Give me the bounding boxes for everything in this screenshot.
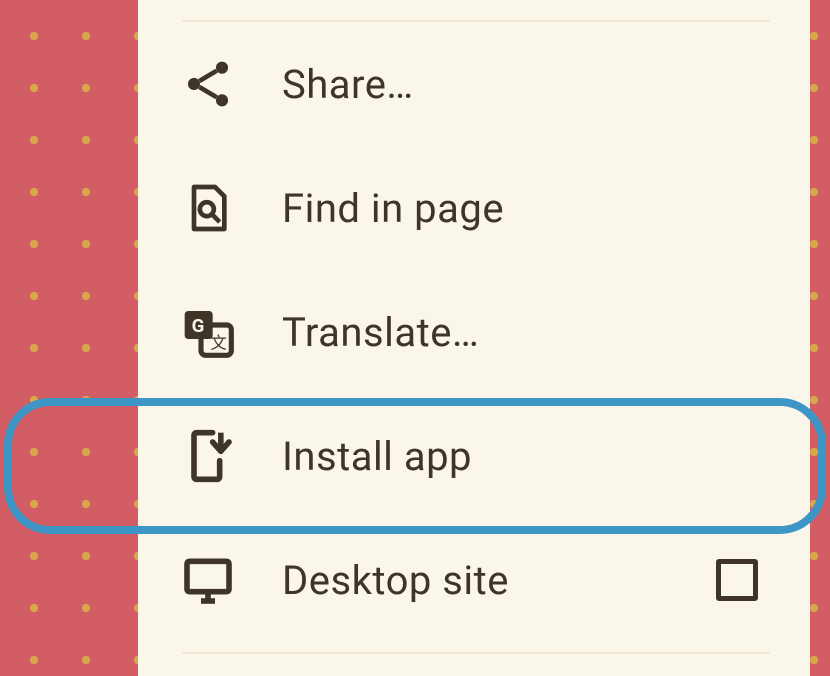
menu-item-label: Find in page — [282, 185, 504, 232]
find-in-page-icon — [180, 180, 236, 236]
menu-item-desktop-site[interactable]: Desktop site — [138, 518, 810, 642]
menu-item-label: Desktop site — [282, 557, 509, 604]
menu-item-find-in-page[interactable]: Find in page — [138, 146, 810, 270]
menu-item-label: Install app — [282, 433, 472, 480]
menu-item-label: Share… — [282, 61, 414, 108]
desktop-icon — [180, 552, 236, 608]
desktop-site-checkbox[interactable] — [716, 559, 758, 601]
menu-item-install-app[interactable]: Install app — [138, 394, 810, 518]
menu-item-label: Translate… — [282, 309, 479, 356]
svg-text:G: G — [192, 315, 205, 337]
share-icon — [180, 56, 236, 112]
install-app-icon — [180, 428, 236, 484]
translate-icon: G 文 — [180, 304, 236, 360]
svg-text:文: 文 — [210, 333, 226, 352]
menu-item-translate[interactable]: G 文 Translate… — [138, 270, 810, 394]
menu-item-share[interactable]: Share… — [138, 22, 810, 146]
menu-divider — [182, 652, 770, 654]
overflow-menu: Share… Find in page G 文 Translate… — [138, 0, 810, 676]
